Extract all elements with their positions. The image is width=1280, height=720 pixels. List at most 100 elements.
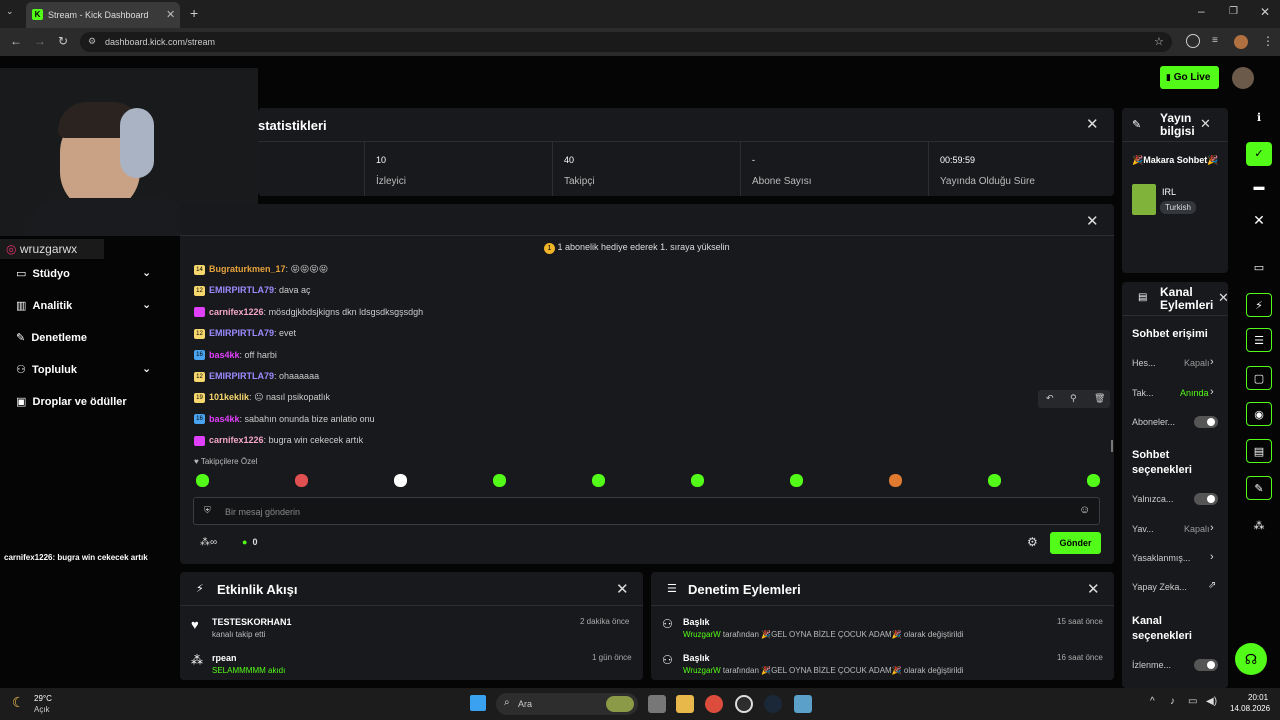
send-button[interactable]: Gönder: [1050, 532, 1101, 554]
support-button[interactable]: ☊: [1235, 643, 1267, 675]
chat-scrollbar[interactable]: [1111, 440, 1113, 452]
back-icon[interactable]: ←: [10, 34, 22, 48]
chrome-icon[interactable]: [705, 695, 723, 713]
chevron-right-icon[interactable]: ›: [1210, 356, 1214, 368]
volume-icon[interactable]: ◀): [1206, 696, 1217, 707]
reload-icon[interactable]: ↻: [58, 34, 68, 48]
delete-icon[interactable]: 🗑: [1094, 393, 1105, 404]
chat-message[interactable]: 19 101keklik: 😐 nasıl psikopatlık: [194, 392, 330, 404]
chat-users-icon[interactable]: ⁂∞: [200, 537, 217, 548]
close-icon[interactable]: ✕: [1218, 290, 1228, 306]
chevron-right-icon[interactable]: ›: [1210, 551, 1214, 563]
minimize-button[interactable]: –: [1198, 4, 1205, 18]
bookmark-star-icon[interactable]: ☆: [1154, 35, 1164, 48]
info-icon[interactable]: ℹ: [1246, 106, 1272, 130]
file-explorer-icon[interactable]: [676, 695, 694, 713]
chat-message[interactable]: 12 EMIRPIRTLA79: ohaaaaaa: [194, 371, 319, 382]
task-view-icon[interactable]: [648, 695, 666, 713]
omnibox[interactable]: ⚙ dashboard.kick.com/stream ☆: [80, 32, 1172, 52]
bolt-icon[interactable]: ⚡: [1246, 293, 1272, 317]
close-icon[interactable]: ✕: [1087, 580, 1100, 598]
sidebar-item-community[interactable]: ⚇ Topluluk ⌄: [16, 363, 156, 376]
chat-username[interactable]: Bugraturkmen_17: [209, 264, 286, 274]
external-link-icon[interactable]: ⇗: [1208, 580, 1216, 591]
only-toggle[interactable]: [1194, 493, 1218, 505]
tab-list-button[interactable]: ⌄: [6, 6, 20, 20]
emote-icon[interactable]: [889, 474, 902, 487]
download-icon[interactable]: [1186, 34, 1200, 48]
watch-toggle[interactable]: [1194, 659, 1218, 671]
gift-banner[interactable]: 1 1 abonelik hediye ederek 1. sıraya yük…: [544, 242, 730, 254]
chat-username[interactable]: EMIRPIRTLA79: [209, 285, 274, 295]
maximize-button[interactable]: ❐: [1229, 6, 1238, 17]
app-icon[interactable]: [794, 695, 812, 713]
chat-icon[interactable]: ▢: [1246, 366, 1272, 390]
emote-icon[interactable]: [988, 474, 1001, 487]
channel-icon[interactable]: ▤: [1246, 439, 1272, 463]
emote-icon[interactable]: [1087, 474, 1100, 487]
taskbar-search[interactable]: ⌕ Ara: [496, 693, 638, 715]
close-tab-icon[interactable]: ✕: [166, 8, 175, 21]
start-button[interactable]: [470, 695, 486, 711]
chat-username[interactable]: EMIRPIRTLA79: [209, 371, 274, 381]
emote-icon[interactable]: [493, 474, 506, 487]
weather-icon[interactable]: ☾: [12, 694, 25, 711]
clock-time[interactable]: 20:01: [1248, 693, 1268, 702]
browser-menu-icon[interactable]: ⋮: [1262, 34, 1274, 48]
sidebar-item-drops[interactable]: ▣ Droplar ve ödüller: [16, 395, 166, 408]
emoji-picker-icon[interactable]: ☺: [1079, 504, 1090, 516]
emote-icon[interactable]: [196, 474, 209, 487]
close-icon[interactable]: ✕: [1246, 208, 1272, 232]
microphone-icon[interactable]: ♪: [1170, 696, 1175, 707]
sidebar-item-studio[interactable]: ▭ Stüdyo ⌄: [16, 267, 156, 280]
list-icon[interactable]: ☰: [1246, 328, 1272, 352]
reply-icon[interactable]: ↶: [1046, 393, 1054, 404]
tray-chevron-icon[interactable]: ^: [1150, 696, 1155, 707]
user-avatar[interactable]: [1232, 67, 1254, 89]
pin-icon[interactable]: ⚲: [1070, 393, 1077, 404]
channel-points[interactable]: ● 0: [242, 537, 257, 547]
chat-message[interactable]: 12 EMIRPIRTLA79: dava aç: [194, 285, 311, 297]
close-icon[interactable]: ✕: [1200, 116, 1211, 132]
setting-value[interactable]: Anında: [1180, 388, 1209, 398]
broadcast-icon[interactable]: ◉: [1246, 402, 1272, 426]
close-icon[interactable]: ✕: [616, 580, 629, 598]
emote-icon[interactable]: [394, 474, 407, 487]
profile-avatar[interactable]: [1234, 35, 1248, 49]
chat-message[interactable]: 12 EMIRPIRTLA79: evet: [194, 328, 296, 339]
new-tab-button[interactable]: +: [190, 5, 198, 21]
chat-input[interactable]: ⛨ Bir mesaj gönderin ☺: [193, 497, 1100, 525]
chat-message[interactable]: carnifex1226: mösdgjkbdsjkigns dkn ldsgs…: [194, 307, 423, 318]
settings-gear-icon[interactable]: ⚙: [1027, 535, 1038, 549]
check-icon[interactable]: ✓: [1246, 142, 1272, 166]
go-live-button[interactable]: ▮ Go Live: [1160, 66, 1219, 89]
forward-icon[interactable]: →: [34, 34, 46, 48]
chat-message[interactable]: 14 Bugraturkmen_17: 😝😝😝😝: [194, 264, 328, 275]
chat-username[interactable]: bas4kk: [209, 414, 240, 424]
emote-icon[interactable]: [592, 474, 605, 487]
setting-value[interactable]: Kapalı: [1184, 358, 1210, 368]
chevron-right-icon[interactable]: ›: [1210, 386, 1214, 398]
setting-value[interactable]: Kapalı: [1184, 524, 1210, 534]
reading-list-icon[interactable]: ≡: [1212, 35, 1218, 46]
emote-icon[interactable]: [295, 474, 308, 487]
chat-username[interactable]: 101keklik: [209, 392, 249, 402]
close-icon[interactable]: ✕: [1086, 212, 1099, 230]
browser-tab[interactable]: K Stream - Kick Dashboard ✕: [26, 2, 180, 28]
chat-username[interactable]: EMIRPIRTLA79: [209, 328, 274, 338]
users-icon[interactable]: ⁂: [1246, 514, 1272, 538]
chat-message[interactable]: 16 bas4kk: off harbi: [194, 350, 277, 361]
clock-date[interactable]: 14.08.2026: [1230, 704, 1270, 713]
chat-username[interactable]: carnifex1226: [209, 435, 264, 445]
chat-username[interactable]: carnifex1226: [209, 307, 264, 317]
site-info-icon[interactable]: ⚙: [88, 36, 96, 47]
sidebar-item-moderation[interactable]: ✎ Denetleme: [16, 331, 156, 344]
close-window-button[interactable]: ✕: [1260, 5, 1270, 19]
emote-icon[interactable]: [691, 474, 704, 487]
network-icon[interactable]: ▭: [1188, 696, 1197, 707]
obs-icon[interactable]: [735, 695, 753, 713]
stats-icon[interactable]: ▭: [1246, 256, 1272, 280]
chat-username[interactable]: bas4kk: [209, 350, 240, 360]
chat-message[interactable]: carnifex1226: bugra win cekecek artık: [194, 435, 363, 446]
layout-icon[interactable]: ▬: [1246, 175, 1272, 199]
